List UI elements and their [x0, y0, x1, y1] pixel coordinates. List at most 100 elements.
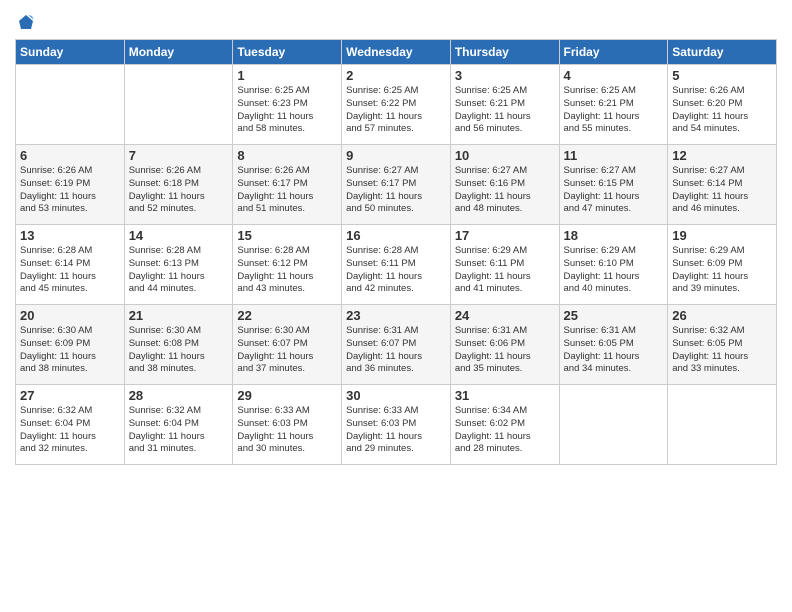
- calendar-cell: 12 Sunrise: 6:27 AMSunset: 6:14 PMDayligh…: [668, 145, 777, 225]
- cell-info: Sunrise: 6:28 AMSunset: 6:11 PMDaylight:…: [346, 245, 446, 296]
- calendar-cell: 13 Sunrise: 6:28 AMSunset: 6:14 PMDayligh…: [16, 225, 125, 305]
- calendar-cell: 2 Sunrise: 6:25 AMSunset: 6:22 PMDaylight…: [342, 65, 451, 145]
- day-number: 14: [129, 228, 229, 243]
- calendar-cell: 28 Sunrise: 6:32 AMSunset: 6:04 PMDayligh…: [124, 385, 233, 465]
- calendar-cell: [668, 385, 777, 465]
- logo: [15, 15, 35, 29]
- day-number: 12: [672, 148, 772, 163]
- calendar-cell: 18 Sunrise: 6:29 AMSunset: 6:10 PMDayligh…: [559, 225, 668, 305]
- calendar-cell: 4 Sunrise: 6:25 AMSunset: 6:21 PMDaylight…: [559, 65, 668, 145]
- col-header-wednesday: Wednesday: [342, 40, 451, 65]
- cell-info: Sunrise: 6:33 AMSunset: 6:03 PMDaylight:…: [237, 405, 337, 456]
- cell-info: Sunrise: 6:30 AMSunset: 6:09 PMDaylight:…: [20, 325, 120, 376]
- day-number: 30: [346, 388, 446, 403]
- calendar-cell: 27Sunrise: 6:32 AMSunset: 6:04 PMDayligh…: [16, 385, 125, 465]
- day-number: 5: [672, 68, 772, 83]
- day-number: 11: [564, 148, 664, 163]
- cell-info: Sunrise: 6:26 AMSunset: 6:20 PMDaylight:…: [672, 85, 772, 136]
- cell-info: Sunrise: 6:27 AMSunset: 6:15 PMDaylight:…: [564, 165, 664, 216]
- day-number: 4: [564, 68, 664, 83]
- calendar-cell: 14 Sunrise: 6:28 AMSunset: 6:13 PMDayligh…: [124, 225, 233, 305]
- day-number: 16: [346, 228, 446, 243]
- day-number: 6: [20, 148, 120, 163]
- calendar-cell: 3 Sunrise: 6:25 AMSunset: 6:21 PMDaylight…: [450, 65, 559, 145]
- week-row-3: 13 Sunrise: 6:28 AMSunset: 6:14 PMDayligh…: [16, 225, 777, 305]
- day-number: 26: [672, 308, 772, 323]
- day-number: 8: [237, 148, 337, 163]
- cell-info: Sunrise: 6:25 AMSunset: 6:21 PMDaylight:…: [564, 85, 664, 136]
- header-row: SundayMondayTuesdayWednesdayThursdayFrid…: [16, 40, 777, 65]
- col-header-friday: Friday: [559, 40, 668, 65]
- day-number: 18: [564, 228, 664, 243]
- calendar-cell: 17Sunrise: 6:29 AMSunset: 6:11 PMDayligh…: [450, 225, 559, 305]
- week-row-5: 27 Sunrise: 6:32 AMSunset: 6:04 PMDayligh…: [16, 385, 777, 465]
- cell-info: Sunrise: 6:31 AMSunset: 6:07 PMDaylight:…: [346, 325, 446, 376]
- day-number: 31: [455, 388, 555, 403]
- day-number: 9: [346, 148, 446, 163]
- day-number: 2: [346, 68, 446, 83]
- day-number: 13: [20, 228, 120, 243]
- day-number: 10: [455, 148, 555, 163]
- day-number: 22: [237, 308, 337, 323]
- cell-info: Sunrise: 6:29 AMSunset: 6:09 PMDaylight:…: [672, 245, 772, 296]
- cell-info: Sunrise: 6:26 AMSunset: 6:18 PMDaylight:…: [129, 165, 229, 216]
- week-row-4: 20Sunrise: 6:30 AMSunset: 6:09 PMDayligh…: [16, 305, 777, 385]
- day-number: 28: [129, 388, 229, 403]
- cell-info: Sunrise: 6:25 AMSunset: 6:21 PMDaylight:…: [455, 85, 555, 136]
- calendar-cell: 8 Sunrise: 6:26 AMSunset: 6:17 PMDaylight…: [233, 145, 342, 225]
- day-number: 27: [20, 388, 120, 403]
- logo-icon: [17, 13, 35, 31]
- col-header-saturday: Saturday: [668, 40, 777, 65]
- cell-info: Sunrise: 6:32 AMSunset: 6:04 PMDaylight:…: [129, 405, 229, 456]
- cell-info: Sunrise: 6:28 AMSunset: 6:12 PMDaylight:…: [237, 245, 337, 296]
- day-number: 23: [346, 308, 446, 323]
- day-number: 25: [564, 308, 664, 323]
- calendar-cell: [559, 385, 668, 465]
- day-number: 3: [455, 68, 555, 83]
- col-header-thursday: Thursday: [450, 40, 559, 65]
- cell-info: Sunrise: 6:25 AMSunset: 6:23 PMDaylight:…: [237, 85, 337, 136]
- calendar-cell: 19Sunrise: 6:29 AMSunset: 6:09 PMDayligh…: [668, 225, 777, 305]
- cell-info: Sunrise: 6:29 AMSunset: 6:10 PMDaylight:…: [564, 245, 664, 296]
- day-number: 24: [455, 308, 555, 323]
- cell-info: Sunrise: 6:30 AMSunset: 6:08 PMDaylight:…: [129, 325, 229, 376]
- calendar-cell: 29 Sunrise: 6:33 AMSunset: 6:03 PMDayligh…: [233, 385, 342, 465]
- calendar-cell: 1 Sunrise: 6:25 AMSunset: 6:23 PMDaylight…: [233, 65, 342, 145]
- calendar-cell: 11 Sunrise: 6:27 AMSunset: 6:15 PMDayligh…: [559, 145, 668, 225]
- calendar-cell: 31 Sunrise: 6:34 AMSunset: 6:02 PMDayligh…: [450, 385, 559, 465]
- calendar-cell: 25 Sunrise: 6:31 AMSunset: 6:05 PMDayligh…: [559, 305, 668, 385]
- cell-info: Sunrise: 6:27 AMSunset: 6:14 PMDaylight:…: [672, 165, 772, 216]
- cell-info: Sunrise: 6:31 AMSunset: 6:06 PMDaylight:…: [455, 325, 555, 376]
- cell-info: Sunrise: 6:26 AMSunset: 6:17 PMDaylight:…: [237, 165, 337, 216]
- day-number: 7: [129, 148, 229, 163]
- calendar-cell: [16, 65, 125, 145]
- day-number: 21: [129, 308, 229, 323]
- calendar-cell: 26 Sunrise: 6:32 AMSunset: 6:05 PMDayligh…: [668, 305, 777, 385]
- cell-info: Sunrise: 6:31 AMSunset: 6:05 PMDaylight:…: [564, 325, 664, 376]
- cell-info: Sunrise: 6:27 AMSunset: 6:17 PMDaylight:…: [346, 165, 446, 216]
- cell-info: Sunrise: 6:29 AMSunset: 6:11 PMDaylight:…: [455, 245, 555, 296]
- calendar-cell: 20Sunrise: 6:30 AMSunset: 6:09 PMDayligh…: [16, 305, 125, 385]
- week-row-2: 6 Sunrise: 6:26 AMSunset: 6:19 PMDaylight…: [16, 145, 777, 225]
- calendar-cell: 22Sunrise: 6:30 AMSunset: 6:07 PMDayligh…: [233, 305, 342, 385]
- day-number: 1: [237, 68, 337, 83]
- cell-info: Sunrise: 6:25 AMSunset: 6:22 PMDaylight:…: [346, 85, 446, 136]
- cell-info: Sunrise: 6:28 AMSunset: 6:14 PMDaylight:…: [20, 245, 120, 296]
- calendar-cell: [124, 65, 233, 145]
- day-number: 29: [237, 388, 337, 403]
- calendar-cell: 6 Sunrise: 6:26 AMSunset: 6:19 PMDaylight…: [16, 145, 125, 225]
- calendar-table: SundayMondayTuesdayWednesdayThursdayFrid…: [15, 39, 777, 465]
- calendar-cell: 24 Sunrise: 6:31 AMSunset: 6:06 PMDayligh…: [450, 305, 559, 385]
- cell-info: Sunrise: 6:33 AMSunset: 6:03 PMDaylight:…: [346, 405, 446, 456]
- cell-info: Sunrise: 6:27 AMSunset: 6:16 PMDaylight:…: [455, 165, 555, 216]
- cell-info: Sunrise: 6:28 AMSunset: 6:13 PMDaylight:…: [129, 245, 229, 296]
- cell-info: Sunrise: 6:34 AMSunset: 6:02 PMDaylight:…: [455, 405, 555, 456]
- cell-info: Sunrise: 6:26 AMSunset: 6:19 PMDaylight:…: [20, 165, 120, 216]
- calendar-cell: 15 Sunrise: 6:28 AMSunset: 6:12 PMDayligh…: [233, 225, 342, 305]
- page-header: [15, 15, 777, 29]
- col-header-tuesday: Tuesday: [233, 40, 342, 65]
- cell-info: Sunrise: 6:32 AMSunset: 6:05 PMDaylight:…: [672, 325, 772, 376]
- calendar-cell: 10 Sunrise: 6:27 AMSunset: 6:16 PMDayligh…: [450, 145, 559, 225]
- week-row-1: 1 Sunrise: 6:25 AMSunset: 6:23 PMDaylight…: [16, 65, 777, 145]
- day-number: 15: [237, 228, 337, 243]
